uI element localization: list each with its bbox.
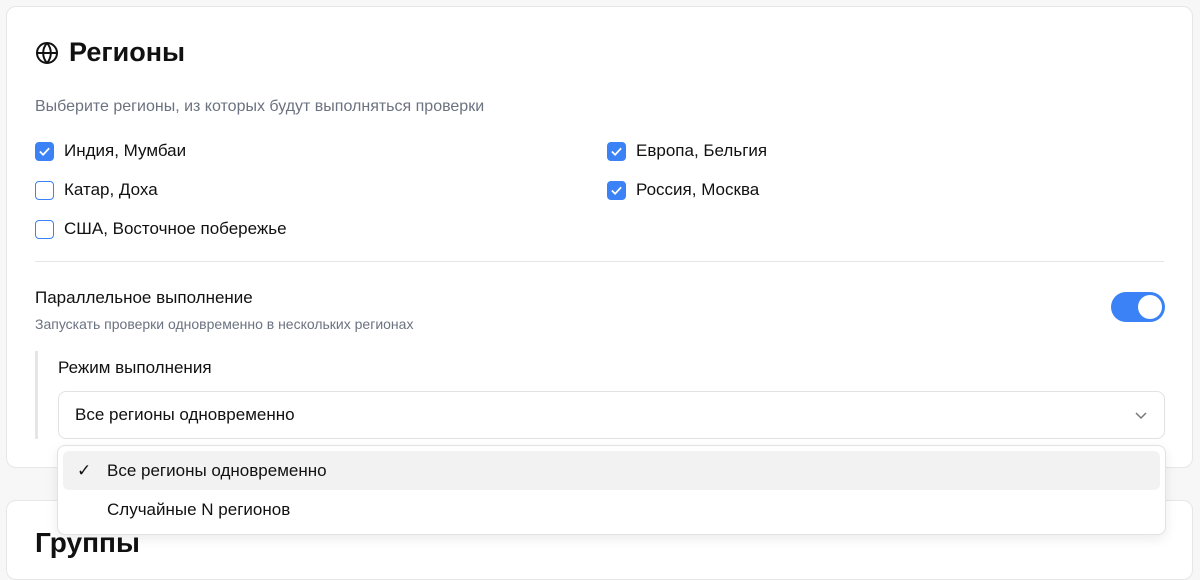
parallel-label: Параллельное выполнение <box>35 288 253 308</box>
parallel-description: Запускать проверки одновременно в нескол… <box>35 316 413 332</box>
regions-card: Регионы Выберите регионы, из которых буд… <box>6 6 1193 468</box>
parallel-toggle[interactable] <box>1111 292 1165 322</box>
page-title: Регионы <box>69 37 185 68</box>
check-icon <box>610 145 623 158</box>
mode-dropdown-menu: ✓Все регионы одновременно Случайные N ре… <box>57 445 1166 535</box>
checkbox-label: Индия, Мумбаи <box>64 141 186 161</box>
checkbox-checked[interactable] <box>607 181 626 200</box>
checkbox-unchecked[interactable] <box>35 181 54 200</box>
checkbox-unchecked[interactable] <box>35 220 54 239</box>
region-checkbox-usa[interactable]: США, Восточное побережье <box>35 219 287 239</box>
checkbox-label: Европа, Бельгия <box>636 141 767 161</box>
mode-option[interactable]: ✓Все регионы одновременно <box>63 451 1160 490</box>
globe-icon <box>35 41 59 65</box>
checkbox-checked[interactable] <box>607 142 626 161</box>
region-checkbox-russia[interactable]: Россия, Москва <box>607 180 759 200</box>
mode-option[interactable]: Случайные N регионов <box>63 490 1160 529</box>
chevron-down-icon <box>1134 408 1148 422</box>
checkbox-label: Катар, Доха <box>64 180 158 200</box>
indent-bar <box>35 351 38 439</box>
mode-select[interactable]: Все регионы одновременно <box>58 391 1165 439</box>
check-icon <box>38 145 51 158</box>
mode-select-value: Все регионы одновременно <box>75 405 295 425</box>
option-label: Все регионы одновременно <box>107 461 327 481</box>
option-label: Случайные N регионов <box>107 500 290 520</box>
checkbox-label: США, Восточное побережье <box>64 219 287 239</box>
check-icon <box>610 184 623 197</box>
region-checkbox-qatar[interactable]: Катар, Доха <box>35 180 158 200</box>
check-icon: ✓ <box>77 461 107 481</box>
region-checkbox-europe[interactable]: Европа, Бельгия <box>607 141 767 161</box>
checkbox-label: Россия, Москва <box>636 180 759 200</box>
region-checkbox-india[interactable]: Индия, Мумбаи <box>35 141 186 161</box>
checkbox-checked[interactable] <box>35 142 54 161</box>
mode-label: Режим выполнения <box>58 358 212 378</box>
section-subtitle: Выберите регионы, из которых будут выпол… <box>35 98 484 116</box>
divider <box>35 261 1164 262</box>
section-header: Регионы <box>35 37 185 68</box>
toggle-knob <box>1138 295 1162 319</box>
